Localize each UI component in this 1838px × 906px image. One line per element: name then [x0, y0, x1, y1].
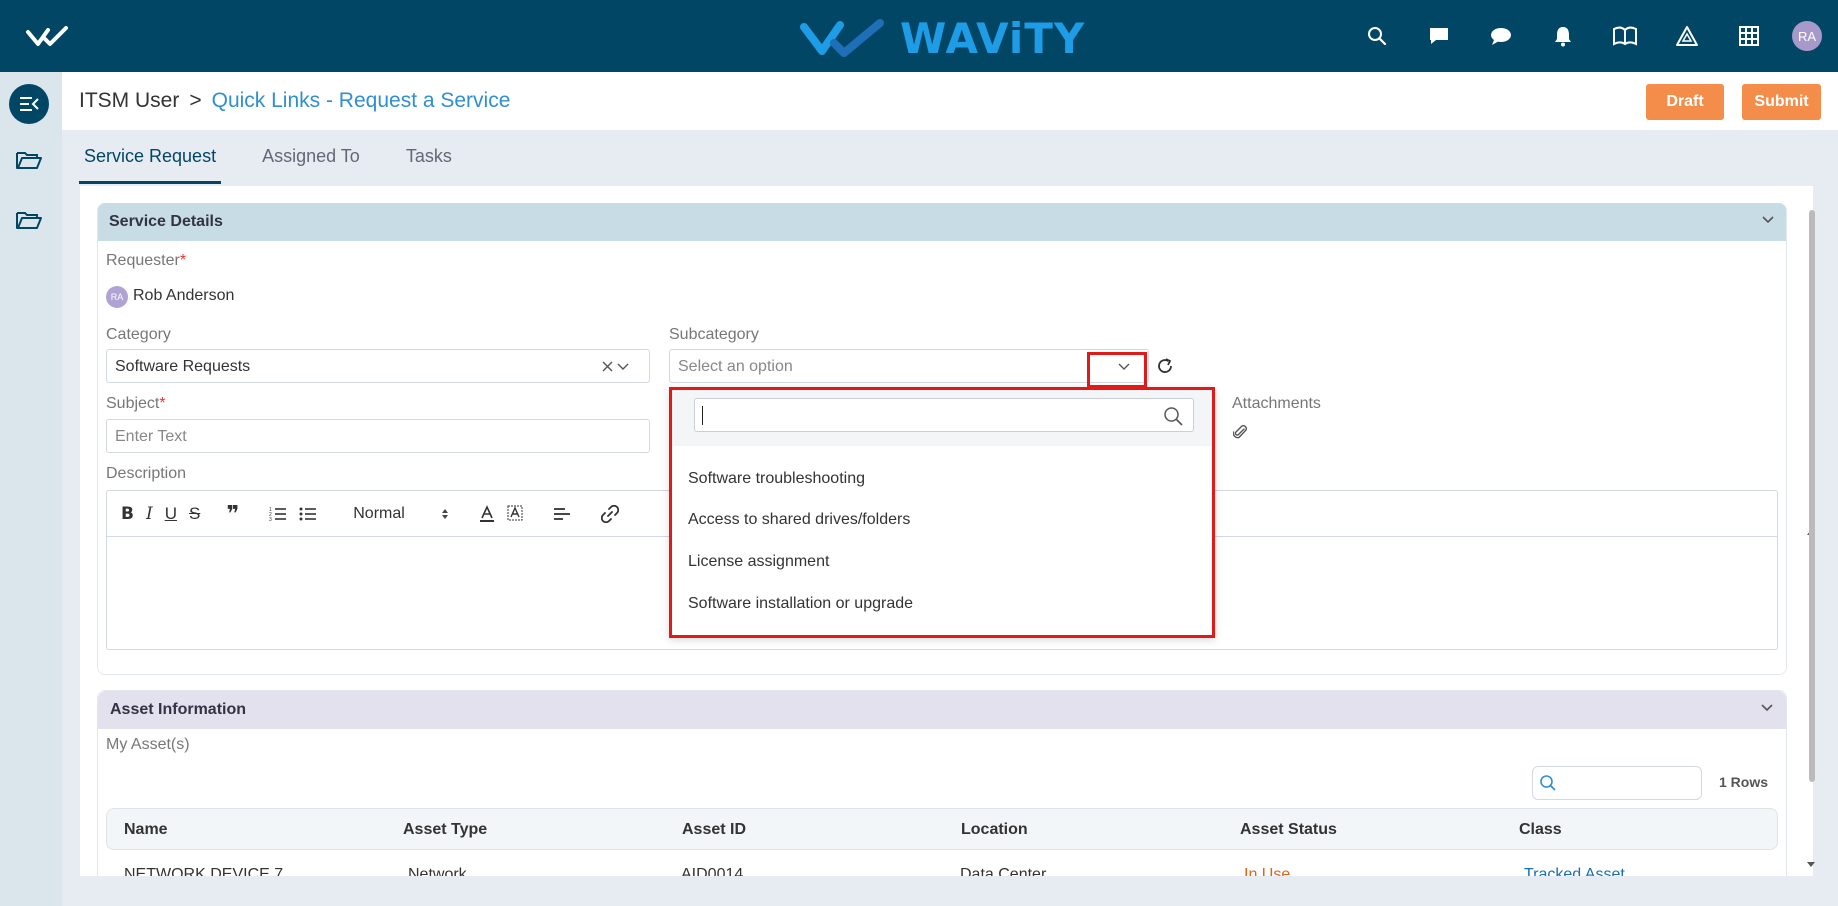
breadcrumb: ITSM User > Quick Links - Request a Serv… [79, 89, 510, 113]
cell-asset-type: Network [408, 866, 467, 876]
rows-count: 1 Rows [1719, 774, 1769, 790]
bold-icon[interactable]: B [121, 502, 134, 526]
refresh-icon[interactable] [1156, 357, 1174, 380]
svg-text:3: 3 [269, 517, 272, 522]
subcategory-placeholder: Select an option [678, 358, 793, 375]
column-header-asset-type[interactable]: Asset Type [403, 821, 487, 839]
asset-info-header[interactable]: Asset Information [98, 691, 1786, 729]
blockquote-icon[interactable]: ❞ [226, 501, 239, 526]
top-bar: WAViTY RA [0, 0, 1838, 72]
tab-tasks[interactable]: Tasks [401, 130, 457, 184]
subcategory-option[interactable]: License assignment [688, 553, 829, 571]
category-select[interactable]: Software Requests [106, 349, 650, 383]
breadcrumb-separator: > [189, 89, 202, 112]
subcategory-option[interactable]: Software installation or upgrade [688, 595, 913, 613]
nav-collapse-icon[interactable] [9, 84, 49, 124]
requester-avatar: RA [106, 286, 128, 308]
brand-logo: WAViTY [800, 14, 1085, 63]
folder-icon[interactable] [16, 150, 42, 175]
cell-class[interactable]: Tracked Asset [1524, 866, 1625, 876]
background-color-icon[interactable] [507, 502, 523, 526]
requester-label: Requester* [106, 252, 187, 269]
tab-bar: Service Request Assigned To Tasks [79, 130, 493, 184]
dropdown-search-input[interactable] [694, 398, 1194, 432]
bell-icon[interactable] [1532, 20, 1594, 52]
column-header-name[interactable]: Name [124, 821, 168, 839]
underline-icon[interactable]: U [165, 502, 177, 526]
column-header-asset-id[interactable]: Asset ID [682, 821, 746, 839]
paperclip-icon[interactable] [1232, 423, 1247, 446]
subcategory-option[interactable]: Access to shared drives/folders [688, 511, 910, 529]
tab-assigned-to[interactable]: Assigned To [257, 130, 365, 184]
column-header-asset-status[interactable]: Asset Status [1240, 821, 1337, 839]
cell-asset-status: In Use [1244, 866, 1291, 876]
knowledge-book-icon[interactable] [1594, 20, 1656, 52]
app-logo-icon[interactable] [26, 24, 70, 53]
asset-table-header: Name Asset Type Asset ID Location Asset … [106, 808, 1778, 850]
search-icon[interactable] [1346, 20, 1408, 52]
cell-location: Data Center [960, 866, 1047, 876]
italic-icon[interactable]: I [146, 502, 153, 526]
left-nav [0, 72, 62, 906]
cell-name: NETWORK DEVICE 7 [124, 866, 284, 876]
subcategory-select[interactable]: Select an option [669, 349, 1149, 383]
format-select[interactable]: Normal [353, 502, 449, 526]
tab-service-request[interactable]: Service Request [79, 130, 222, 184]
cell-asset-id: AID0014 [681, 866, 744, 876]
scrollbar-thumb[interactable] [1809, 210, 1815, 782]
search-icon [1540, 775, 1556, 791]
column-header-location[interactable]: Location [961, 821, 1028, 839]
bullet-list-icon[interactable] [299, 502, 317, 526]
breadcrumb-current[interactable]: Quick Links - Request a Service [212, 89, 511, 113]
ordered-list-icon[interactable]: 123 [269, 502, 287, 526]
description-label: Description [106, 465, 187, 482]
text-cursor [702, 406, 703, 425]
draft-button[interactable]: Draft [1646, 84, 1724, 120]
app-grid-icon[interactable] [1718, 20, 1780, 52]
table-row[interactable]: NETWORK DEVICE 7 Network AID0014 Data Ce… [80, 858, 1813, 876]
text-color-icon[interactable] [479, 502, 495, 526]
alert-triangle-icon[interactable] [1656, 20, 1718, 52]
page-header: ITSM User > Quick Links - Request a Serv… [62, 72, 1838, 130]
brand-checkmark-icon [800, 18, 884, 57]
subject-label: Subject* [106, 395, 166, 412]
align-icon[interactable] [553, 502, 571, 526]
requester-name: Rob Anderson [133, 287, 235, 304]
asset-info-title: Asset Information [110, 701, 247, 718]
message-icon[interactable] [1408, 20, 1470, 52]
breadcrumb-root[interactable]: ITSM User [79, 89, 179, 113]
subcategory-dropdown: Software troubleshooting Access to share… [669, 387, 1215, 638]
chevron-down-icon[interactable] [617, 363, 629, 371]
category-label: Category [106, 326, 171, 343]
chat-icon[interactable] [1470, 20, 1532, 52]
subcategory-option[interactable]: Software troubleshooting [688, 470, 865, 488]
subcategory-label: Subcategory [669, 326, 759, 343]
my-assets-label: My Asset(s) [106, 736, 190, 753]
user-avatar[interactable]: RA [1792, 21, 1822, 51]
dropdown-search-area [672, 390, 1212, 446]
asset-search-input[interactable] [1532, 766, 1702, 800]
subject-input[interactable]: Enter Text [106, 419, 650, 453]
folder-icon[interactable] [16, 210, 42, 235]
category-value: Software Requests [115, 358, 251, 375]
submit-button[interactable]: Submit [1742, 84, 1821, 120]
highlight-box [1087, 352, 1147, 388]
search-icon [1164, 407, 1183, 426]
scroll-down-icon[interactable] [1806, 860, 1816, 870]
chevron-down-icon[interactable] [1760, 703, 1774, 713]
brand-name: WAViTY [900, 14, 1086, 63]
strikethrough-icon[interactable]: S [189, 502, 200, 526]
sort-arrows-icon [442, 508, 449, 519]
clear-icon[interactable] [602, 361, 613, 372]
link-icon[interactable] [601, 502, 620, 526]
attachments-label: Attachments [1232, 395, 1321, 412]
column-header-class[interactable]: Class [1519, 821, 1562, 839]
